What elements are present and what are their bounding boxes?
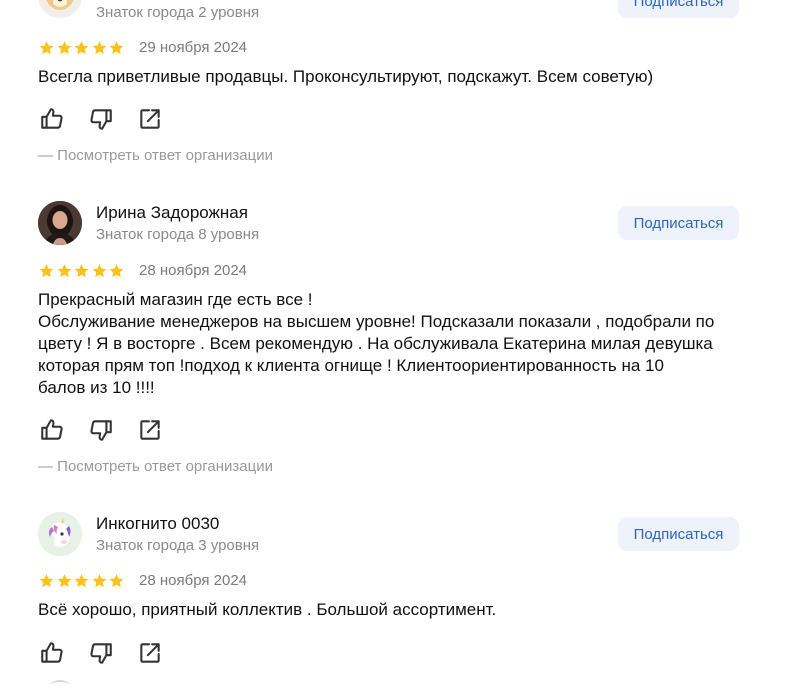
star-icon — [74, 574, 89, 588]
review-text-line: балов из 10 !!!! — [38, 378, 155, 397]
avatar[interactable] — [38, 512, 82, 556]
star-icon — [39, 264, 54, 278]
star-icon — [74, 41, 89, 55]
star-icon — [92, 574, 106, 588]
thumbs-down-icon[interactable] — [88, 417, 114, 443]
review-date: 29 ноября 2024 — [139, 39, 248, 56]
author-level: Знаток города 2 уровня — [96, 4, 260, 21]
star-icon — [57, 264, 71, 278]
subscribe-button[interactable]: Подписаться — [618, 517, 739, 551]
author-name[interactable]: Инкогнито 0030 — [96, 514, 219, 534]
review-text-line: Всё хорошо, приятный коллектив . Большой… — [38, 600, 497, 619]
thumbs-up-icon[interactable] — [39, 640, 65, 666]
subscribe-button[interactable]: Подписаться — [618, 0, 739, 18]
star-icon — [109, 574, 124, 588]
view-org-reply-link[interactable]: — Посмотреть ответ организации — [38, 458, 273, 475]
avatar[interactable] — [38, 201, 82, 245]
user-photo — [38, 201, 82, 245]
star-icon — [109, 41, 124, 55]
review-text: Всегла приветливые продавцы. Проконсульт… — [38, 66, 758, 88]
unicorn-icon — [38, 512, 82, 556]
review-card: Инкогнито 0030 Знаток города 3 уровня По… — [0, 490, 800, 685]
author-level: Знаток города 3 уровня — [96, 537, 260, 554]
review-card: Ирина Задорожная Знаток города 8 уровня … — [0, 180, 800, 490]
star-icon — [57, 574, 71, 588]
thumbs-down-icon[interactable] — [88, 640, 114, 666]
review-date: 28 ноября 2024 — [139, 572, 248, 589]
share-icon[interactable] — [137, 417, 163, 443]
review-date: 28 ноября 2024 — [139, 262, 248, 279]
share-icon[interactable] — [137, 640, 163, 666]
review-text-line: Прекрасный магазин где есть все ! — [38, 290, 313, 309]
thumbs-up-icon[interactable] — [39, 417, 65, 443]
star-icon — [74, 264, 89, 278]
review-text-line: цвету ! Я в восторге . Всем рекомендую .… — [38, 334, 713, 353]
rating-stars — [38, 573, 126, 589]
author-level: Знаток города 8 уровня — [96, 226, 260, 243]
animal-face-icon — [46, 0, 74, 10]
thumbs-up-icon[interactable] — [39, 106, 65, 132]
review-text-line: Обслуживание менеджеров на высшем уровне… — [38, 312, 715, 331]
star-icon — [39, 574, 54, 588]
share-icon[interactable] — [137, 106, 163, 132]
subscribe-button[interactable]: Подписаться — [618, 206, 739, 240]
view-org-reply-link[interactable]: — Посмотреть ответ организации — [38, 147, 273, 164]
review-text-line: Всегла приветливые продавцы. Проконсульт… — [38, 67, 654, 86]
next-review-avatar — [50, 680, 70, 692]
star-icon — [92, 264, 106, 278]
rating-stars — [38, 263, 126, 279]
review-text: Всё хорошо, приятный коллектив . Большой… — [38, 599, 758, 621]
rating-stars — [38, 40, 126, 56]
star-icon — [92, 41, 106, 55]
star-icon — [57, 41, 71, 55]
thumbs-down-icon[interactable] — [88, 106, 114, 132]
author-name[interactable]: Ирина Задорожная — [96, 203, 248, 223]
avatar[interactable] — [38, 0, 82, 18]
review-text: Прекрасный магазин где есть все ! Обслуж… — [38, 289, 758, 399]
review-text-line: которая прям топ !подход к клиента огнищ… — [38, 356, 664, 375]
star-icon — [39, 41, 54, 55]
star-icon — [109, 264, 124, 278]
review-card: Знаток города 2 уровня Подписаться 29 но… — [0, 0, 800, 180]
